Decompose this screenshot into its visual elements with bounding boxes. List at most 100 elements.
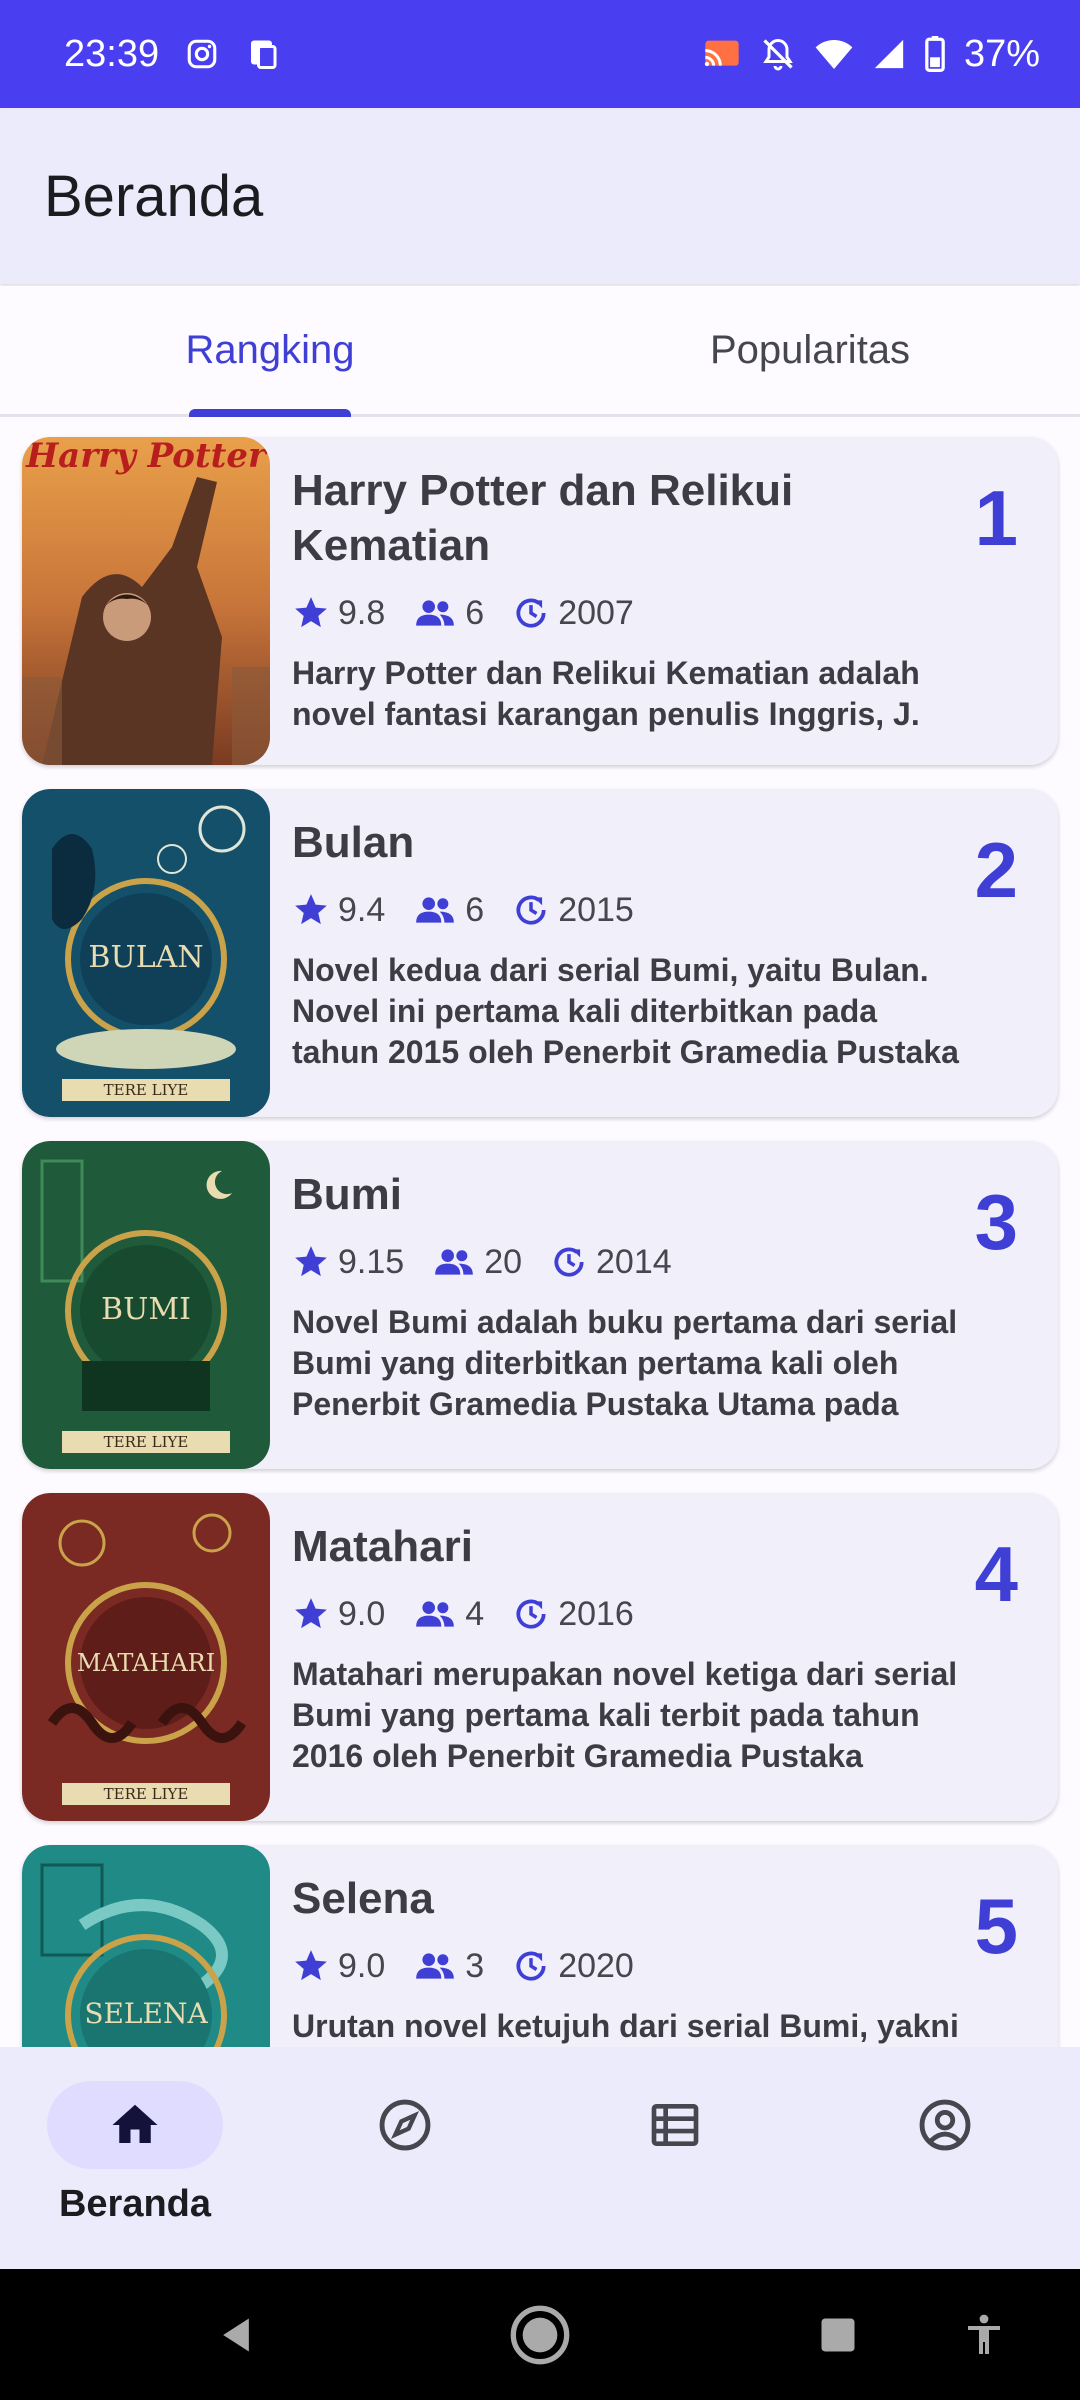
readers: 6 xyxy=(413,891,484,930)
book-info: Bumi 9.15 20 2014 Novel Bumi adalah buku… xyxy=(292,1167,972,1425)
year-value: 2014 xyxy=(596,1242,672,1281)
readers: 6 xyxy=(413,594,484,633)
book-description: Matahari merupakan novel ketiga dari ser… xyxy=(292,1656,958,1774)
book-list[interactable]: Harry Potter Harry Potter dan Relikui Ke… xyxy=(0,417,1080,2047)
readers-value: 6 xyxy=(465,890,485,929)
people-icon xyxy=(416,1601,455,1627)
tab-rangking[interactable]: Rangking xyxy=(0,286,540,417)
star-icon xyxy=(295,597,327,628)
rating-value: 9.4 xyxy=(338,890,386,929)
cover-title: BUMI xyxy=(101,1292,191,1327)
top-app-bar: Beranda xyxy=(0,108,1080,284)
tab-label: Rangking xyxy=(185,327,355,372)
rating-value: 9.0 xyxy=(338,1594,386,1633)
status-bar: 23:39 37% xyxy=(0,0,1080,108)
rating: 9.8 xyxy=(292,594,385,633)
rating: 9.0 xyxy=(292,1595,385,1634)
year: 2015 xyxy=(512,891,634,930)
nav-item-account[interactable] xyxy=(810,2047,1080,2269)
rating: 9.15 xyxy=(292,1243,404,1282)
star-icon xyxy=(295,894,327,925)
recents-button[interactable] xyxy=(816,2269,860,2400)
cover-title: MATAHARI xyxy=(77,1649,215,1677)
nav-item-list[interactable] xyxy=(540,2047,810,2269)
readers-value: 6 xyxy=(465,593,485,632)
tab-popularitas[interactable]: Popularitas xyxy=(540,286,1080,414)
home-button[interactable] xyxy=(508,2269,572,2400)
tab-bar: Rangking Popularitas xyxy=(0,286,1080,417)
people-icon xyxy=(435,1249,474,1275)
readers: 3 xyxy=(413,1947,484,1986)
book-title: Bumi xyxy=(292,1170,402,1219)
rank-number: 3 xyxy=(974,1178,1018,1266)
wifi-icon xyxy=(814,37,854,71)
battery-icon xyxy=(924,36,946,72)
book-card[interactable]: SELENA Selena 9.0 3 2020 Urutan novel ke xyxy=(22,1845,1058,2047)
book-meta: 9.0 3 2020 xyxy=(292,1940,972,1992)
signal-icon xyxy=(872,37,906,71)
year-value: 2020 xyxy=(558,1946,634,1985)
history-icon xyxy=(554,1247,584,1277)
book-description: Urutan novel ketujuh dari serial Bumi, y… xyxy=(292,2008,959,2044)
back-button[interactable] xyxy=(214,2269,258,2400)
nav-item-explore[interactable] xyxy=(270,2047,540,2269)
rank-number: 4 xyxy=(974,1530,1018,1618)
nav-item-beranda[interactable]: Beranda xyxy=(0,2047,270,2269)
rating-value: 9.0 xyxy=(338,1946,386,1985)
people-icon xyxy=(416,1953,455,1979)
device-icon xyxy=(245,36,281,72)
book-card[interactable]: MATAHARI TERE LIYE Matahari 9.0 4 2016 M… xyxy=(22,1493,1058,1821)
nav-label: Beranda xyxy=(58,2183,212,2225)
rating-value: 9.8 xyxy=(338,593,386,632)
book-info: Harry Potter dan Relikui Kematian 9.8 6 … xyxy=(292,463,972,735)
instagram-icon xyxy=(185,37,219,71)
status-time: 23:39 xyxy=(64,32,160,75)
book-card[interactable]: Harry Potter Harry Potter dan Relikui Ke… xyxy=(22,437,1058,765)
history-icon xyxy=(516,1599,546,1629)
rank-number: 2 xyxy=(974,826,1018,914)
history-icon xyxy=(516,895,546,925)
nav-pill xyxy=(317,2081,493,2169)
book-title: Selena xyxy=(292,1874,434,1923)
book-meta: 9.8 6 2007 xyxy=(292,587,972,639)
list-icon xyxy=(651,2104,699,2146)
tab-label: Popularitas xyxy=(709,327,911,372)
book-info: Matahari 9.0 4 2016 Matahari merupakan n… xyxy=(292,1519,972,1777)
back-icon xyxy=(223,2318,249,2351)
book-info: Bulan 9.4 6 2015 Novel kedua dari serial… xyxy=(292,815,972,1073)
book-description: Harry Potter dan Relikui Kematian adalah… xyxy=(292,655,920,732)
nav-indicator xyxy=(47,2081,223,2169)
book-card[interactable]: BULAN TERE LIYE Bulan 9.4 6 2015 Novel k… xyxy=(22,789,1058,1117)
book-meta: 9.15 20 2014 xyxy=(292,1236,972,1288)
readers: 20 xyxy=(432,1243,522,1282)
accessibility-button[interactable] xyxy=(960,2269,1008,2400)
battery-percent: 37% xyxy=(963,32,1040,75)
bumi-cover: BUMI TERE LIYE xyxy=(22,1141,270,1469)
cover-title: BULAN xyxy=(88,940,203,975)
harry-potter-cover: Harry Potter xyxy=(22,437,270,765)
notifications-off-icon xyxy=(760,36,796,72)
recents-icon xyxy=(821,2318,855,2351)
history-icon xyxy=(516,598,546,628)
cover-title: Harry Potter xyxy=(25,437,268,476)
account-icon xyxy=(919,2099,971,2151)
rank-number: 5 xyxy=(974,1882,1018,1970)
cover-title: SELENA xyxy=(84,1997,208,2030)
page-title: Beranda xyxy=(44,163,264,229)
nav-pill xyxy=(857,2081,1033,2169)
cover-author: TERE LIYE xyxy=(104,1785,189,1803)
book-title: Harry Potter dan Relikui Kematian xyxy=(292,466,794,570)
cover-author: TERE LIYE xyxy=(104,1433,189,1451)
book-card[interactable]: BUMI TERE LIYE Bumi 9.15 20 2014 Novel B… xyxy=(22,1141,1058,1469)
readers: 4 xyxy=(413,1595,484,1634)
star-icon xyxy=(295,1598,327,1629)
matahari-cover: MATAHARI TERE LIYE xyxy=(22,1493,270,1821)
readers-value: 3 xyxy=(465,1946,485,1985)
book-title: Matahari xyxy=(292,1522,473,1571)
year: 2016 xyxy=(512,1595,634,1634)
book-meta: 9.4 6 2015 xyxy=(292,884,972,936)
book-description: Novel kedua dari serial Bumi, yaitu Bula… xyxy=(292,952,959,1070)
book-title: Bulan xyxy=(292,818,415,867)
year: 2007 xyxy=(512,594,634,633)
explore-icon xyxy=(379,2099,431,2151)
